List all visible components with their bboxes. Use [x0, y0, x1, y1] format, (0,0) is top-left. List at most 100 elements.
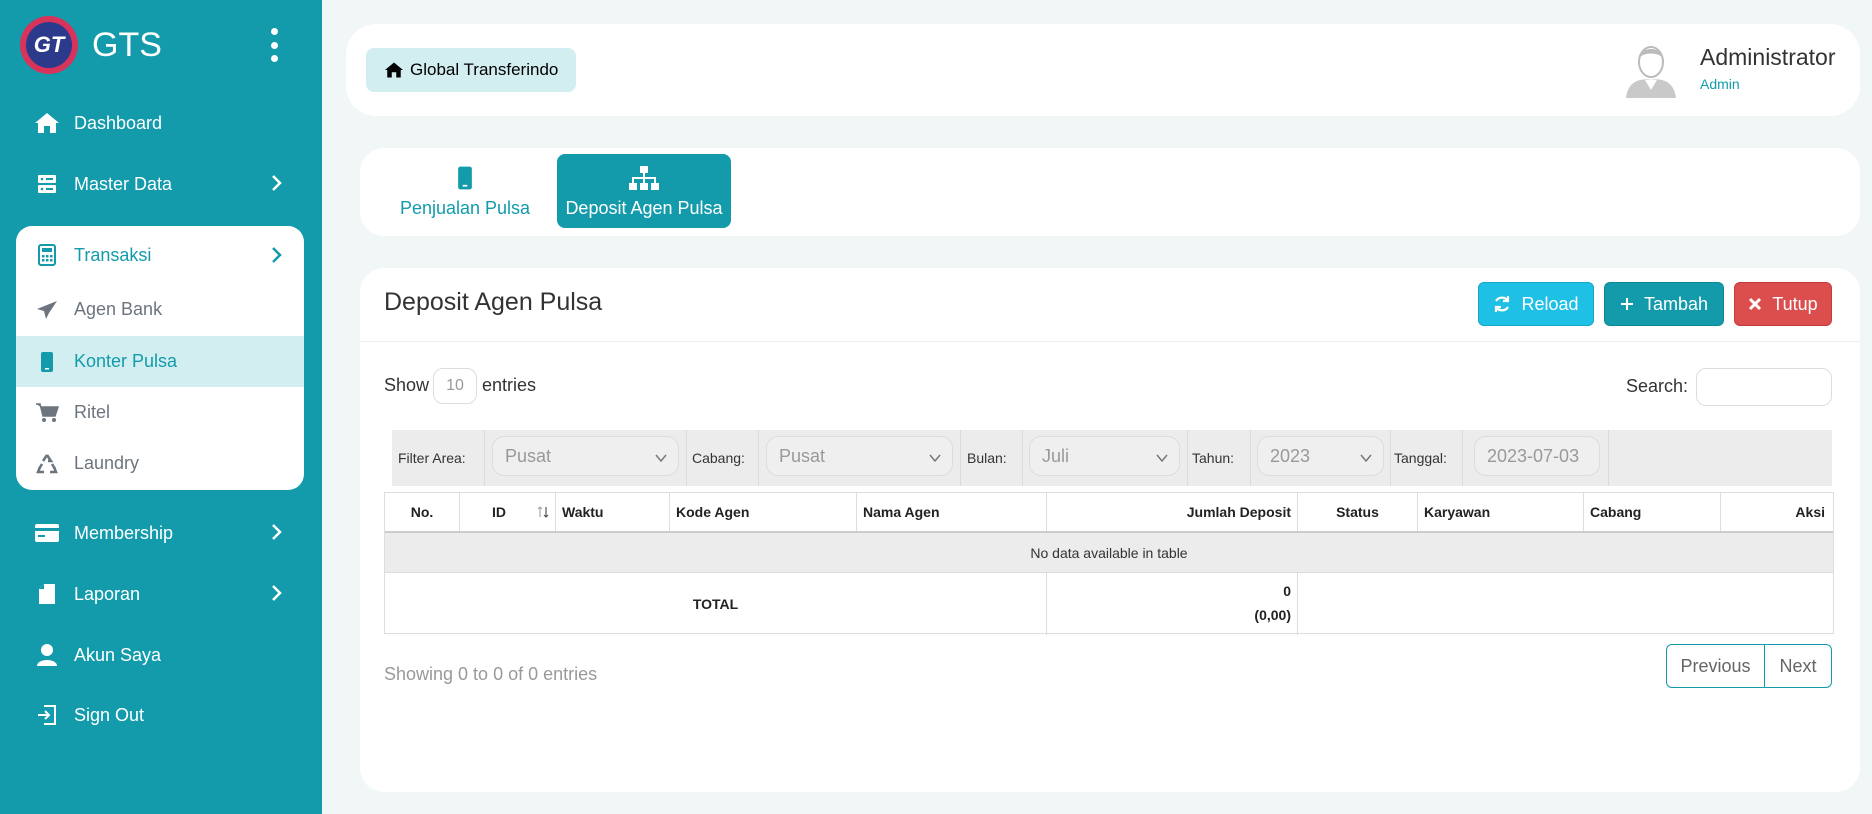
sidebar-item-label: Dashboard — [74, 112, 163, 133]
search-label: Search: — [1626, 376, 1689, 396]
file-icon — [34, 581, 60, 607]
recycle-icon — [34, 451, 60, 477]
column-header-id[interactable]: ID — [460, 493, 556, 531]
button-label: Tambah — [1643, 293, 1709, 314]
button-label: Tutup — [1772, 293, 1818, 314]
sidebar-item-dashboard[interactable]: Dashboard — [16, 99, 304, 147]
chevron-right-icon — [270, 174, 282, 197]
column-header-waktu[interactable]: Waktu — [556, 493, 670, 531]
cart-icon — [34, 400, 60, 426]
refresh-icon — [1493, 295, 1511, 313]
divider — [1250, 430, 1251, 486]
filter-month-label: Bulan: — [967, 450, 1007, 466]
add-button[interactable]: Tambah — [1604, 282, 1724, 326]
column-header-kode-agen[interactable]: Kode Agen — [670, 493, 857, 531]
sidebar-subitem-konter-pulsa[interactable]: Konter Pulsa — [16, 336, 304, 387]
topbar: Global Transferindo Administrator Admin — [346, 24, 1860, 116]
data-table: No. ID Waktu Kode Agen Nama Agen Jumlah … — [384, 492, 1834, 635]
close-icon — [1748, 297, 1762, 311]
next-button[interactable]: Next — [1765, 645, 1831, 687]
sidebar-subitem-label: Konter Pulsa — [74, 351, 178, 371]
server-icon — [34, 171, 60, 197]
sidebar: GT GTS Dashboard Master Data Transaksi A… — [0, 0, 322, 814]
divider — [1390, 430, 1391, 486]
sidebar-subitem-label: Laundry — [74, 453, 140, 473]
filter-month-select[interactable]: Juli — [1029, 436, 1180, 476]
chevron-down-icon — [1155, 449, 1169, 470]
avatar[interactable] — [1622, 40, 1680, 100]
sidebar-subitem-label: Agen Bank — [74, 299, 163, 319]
previous-button[interactable]: Previous — [1667, 645, 1765, 687]
page-title: Deposit Agen Pulsa — [384, 288, 603, 316]
calculator-icon — [34, 242, 60, 268]
tab-label: Penjualan Pulsa — [399, 197, 531, 218]
sidebar-item-transaksi[interactable]: Transaksi — [16, 226, 304, 284]
plus-icon — [1620, 297, 1634, 311]
filter-branch-select[interactable]: Pusat — [766, 436, 953, 476]
reload-button[interactable]: Reload — [1478, 282, 1594, 326]
brand[interactable]: GT GTS — [20, 16, 290, 74]
tab-bar: Penjualan Pulsa Deposit Agen Pulsa — [360, 148, 1860, 236]
divider — [1022, 430, 1023, 486]
total-value: 0 (0,00) — [1047, 573, 1298, 635]
sidebar-subitem-agen-bank[interactable]: Agen Bank — [16, 284, 304, 335]
tab-deposit-agen-pulsa[interactable]: Deposit Agen Pulsa — [557, 154, 731, 228]
sign-out-icon — [34, 702, 60, 728]
filter-bar: Filter Area: Pusat Cabang: Pusat Bulan: … — [392, 430, 1832, 486]
credit-card-icon — [34, 520, 60, 546]
entries-label: entries — [482, 375, 537, 395]
filter-year-label: Tahun: — [1192, 450, 1235, 466]
divider — [758, 430, 759, 486]
pagination: Previous Next — [1666, 644, 1832, 688]
sidebar-item-label: Master Data — [74, 173, 173, 194]
sidebar-item-sign-out[interactable]: Sign Out — [16, 691, 304, 739]
sidebar-item-label: Sign Out — [74, 704, 145, 725]
sidebar-item-label: Membership — [74, 522, 174, 543]
sidebar-item-label: Akun Saya — [74, 644, 162, 665]
page-length-select[interactable]: 10 — [433, 368, 477, 404]
chevron-down-icon — [1359, 449, 1373, 470]
breadcrumb[interactable]: Global Transferindo — [366, 48, 577, 92]
filter-date-input[interactable]: 2023-07-03 — [1474, 436, 1600, 476]
sidebar-subitem-laundry[interactable]: Laundry — [16, 438, 304, 489]
sidebar-item-membership[interactable]: Membership — [16, 509, 304, 557]
paper-plane-icon — [34, 297, 60, 323]
filter-date-label: Tanggal: — [1394, 450, 1447, 466]
divider — [484, 430, 485, 486]
sidebar-subitem-ritel[interactable]: Ritel — [16, 387, 304, 438]
kebab-menu-icon[interactable] — [268, 28, 280, 62]
select-value: Juli — [1042, 445, 1070, 466]
divider — [360, 341, 1860, 342]
filter-area-select[interactable]: Pusat — [492, 436, 679, 476]
filter-branch-label: Cabang: — [692, 450, 745, 466]
column-header-jumlah-deposit[interactable]: Jumlah Deposit — [1047, 493, 1298, 531]
select-value: Pusat — [779, 445, 826, 466]
column-header-cabang[interactable]: Cabang — [1584, 493, 1721, 531]
total-label: TOTAL — [385, 573, 1047, 635]
mobile-icon — [34, 349, 60, 375]
column-header-no[interactable]: No. — [385, 493, 460, 531]
filter-year-select[interactable]: 2023 — [1257, 436, 1384, 476]
column-header-karyawan[interactable]: Karyawan — [1418, 493, 1584, 531]
logo: GT — [20, 16, 78, 74]
close-button[interactable]: Tutup — [1734, 282, 1832, 326]
chevron-right-icon — [270, 584, 282, 607]
search-input[interactable] — [1696, 368, 1832, 406]
sort-icon — [537, 505, 549, 522]
divider — [1608, 430, 1609, 486]
select-value: Pusat — [505, 445, 552, 466]
sidebar-item-laporan[interactable]: Laporan — [16, 570, 304, 618]
column-header-nama-agen[interactable]: Nama Agen — [857, 493, 1047, 531]
sidebar-item-akun-saya[interactable]: Akun Saya — [16, 631, 304, 679]
mobile-icon — [457, 164, 473, 192]
user-icon — [34, 642, 60, 668]
total-count: 0 — [1283, 583, 1291, 599]
sidebar-item-master-data[interactable]: Master Data — [16, 160, 304, 208]
column-header-status[interactable]: Status — [1298, 493, 1418, 531]
column-header-aksi[interactable]: Aksi — [1721, 493, 1833, 531]
tab-penjualan-pulsa[interactable]: Penjualan Pulsa — [398, 154, 532, 228]
divider — [686, 430, 687, 486]
table-info: Showing 0 to 0 of 0 entries — [384, 664, 598, 684]
sidebar-item-label: Laporan — [74, 583, 141, 604]
home-icon — [384, 61, 404, 79]
